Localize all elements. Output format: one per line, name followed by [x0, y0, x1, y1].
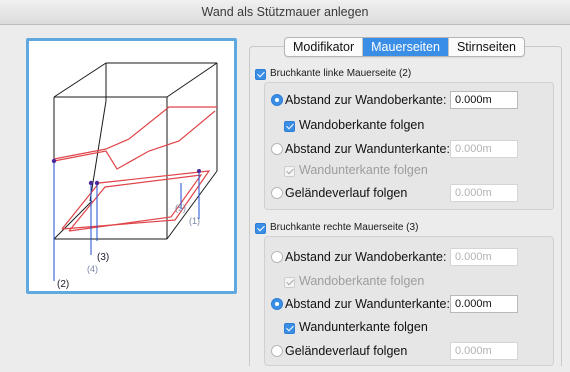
- window-title: Wand als Stützmauer anlegen: [201, 5, 369, 19]
- tab-bar: Modifikator Mauerseiten Stirnseiten: [284, 37, 525, 57]
- right-field-abstand-unter[interactable]: 0.000m: [450, 295, 518, 313]
- tab-mauerseiten[interactable]: Mauerseiten: [363, 38, 449, 56]
- left-radio-abstand-unter[interactable]: [271, 143, 283, 155]
- right-checkbox-folgen-ober[interactable]: [284, 277, 295, 288]
- tab-stirnseiten[interactable]: Stirnseiten: [449, 38, 524, 56]
- break-lines: [53, 106, 217, 232]
- right-label-gelaende: Geländeverlauf folgen: [285, 344, 408, 358]
- left-label-folgen-unter: Wandunterkante folgen: [299, 163, 428, 177]
- right-radio-gelaende[interactable]: [271, 345, 283, 357]
- right-field-abstand-ober[interactable]: 0.000m: [450, 248, 518, 266]
- right-radio-abstand-unter[interactable]: [271, 298, 283, 310]
- left-section-title: Bruchkante linke Mauerseite (2): [270, 68, 412, 79]
- left-label-abstand-unter: Abstand zur Wandunterkante:: [285, 142, 450, 156]
- wall-diagram: (2) (3) (4) (5) (1): [51, 62, 218, 290]
- tab-modifikator[interactable]: Modifikator: [285, 38, 364, 56]
- left-field-abstand-unter[interactable]: 0.000m: [450, 140, 518, 158]
- dimension-lines: [53, 161, 200, 281]
- right-label-abstand-unter: Abstand zur Wandunterkante:: [285, 297, 450, 311]
- left-checkbox-folgen-ober[interactable]: [284, 121, 295, 132]
- label-3: (3): [97, 252, 109, 263]
- right-label-folgen-unter: Wandunterkante folgen: [299, 320, 428, 334]
- label-5: (5): [175, 203, 186, 213]
- right-section-checkbox[interactable]: [255, 223, 266, 234]
- right-section-title: Bruchkante rechte Mauerseite (3): [270, 222, 419, 233]
- left-label-gelaende: Geländeverlauf folgen: [285, 186, 408, 200]
- left-section-checkbox[interactable]: [255, 69, 266, 80]
- title-bar: Wand als Stützmauer anlegen: [0, 0, 570, 25]
- left-checkbox-folgen-unter[interactable]: [284, 166, 295, 177]
- right-radio-abstand-ober[interactable]: [271, 251, 283, 263]
- left-field-abstand-ober[interactable]: 0.000m: [450, 91, 518, 109]
- left-radio-abstand-ober[interactable]: [271, 94, 283, 106]
- left-label-folgen-ober: Wandoberkante folgen: [299, 118, 425, 132]
- wall-outline: [53, 62, 218, 240]
- right-label-abstand-ober: Abstand zur Wandoberkante:: [285, 250, 447, 264]
- right-checkbox-folgen-unter[interactable]: [284, 323, 295, 334]
- label-4: (4): [87, 264, 98, 274]
- left-field-gelaende[interactable]: 0.000m: [450, 184, 518, 202]
- right-label-folgen-ober: Wandoberkante folgen: [299, 274, 425, 288]
- wall-preview: (2) (3) (4) (5) (1): [26, 38, 237, 294]
- right-field-gelaende[interactable]: 0.000m: [450, 342, 518, 360]
- dimension-points: [51, 158, 201, 186]
- left-radio-gelaende[interactable]: [271, 187, 283, 199]
- label-2: (2): [57, 279, 69, 290]
- left-label-abstand-ober: Abstand zur Wandoberkante:: [285, 93, 447, 107]
- label-1: (1): [189, 216, 200, 226]
